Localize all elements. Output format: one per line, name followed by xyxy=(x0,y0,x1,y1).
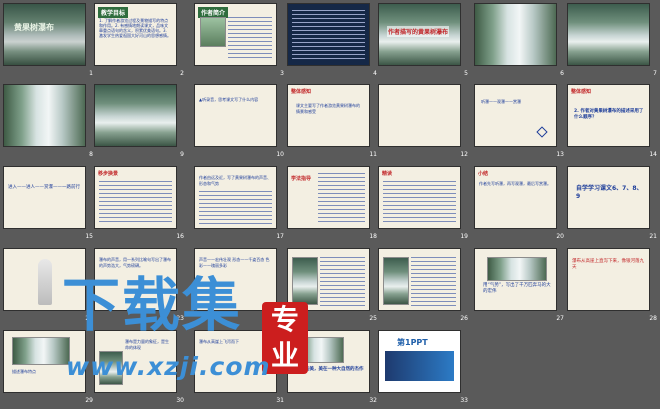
slide-17-text: 作者由远及近，写了黄果树瀑布的声音、形态和气势 xyxy=(199,175,271,186)
slide-number-32: 32 xyxy=(369,397,377,404)
slide-thumbnail-16[interactable]: 移步换景 xyxy=(94,166,177,229)
slide-thumbnail-5[interactable]: 作者描写的黄果树瀑布 xyxy=(378,3,461,66)
slide-2-text: 1. 了解作者游览过程及景物描写的特点和作用。2. 有感情地朗读课文，品味文章重… xyxy=(99,18,171,38)
slide-thumbnail-17[interactable]: 作者由远及近，写了黄果树瀑布的声音、形态和气势 xyxy=(194,166,277,229)
slide-number-31: 31 xyxy=(276,397,284,404)
slide-thumbnail-12[interactable] xyxy=(378,84,461,147)
slide-number-25: 25 xyxy=(369,315,377,322)
slide-28-text: 瀑布从高崖上直泻下来，像银河落九天 xyxy=(572,259,644,270)
slide-thumbnail-27[interactable]: 用“气势”，写出了千万匹奔马的大的宏伟 xyxy=(474,248,557,311)
slide-number-3: 3 xyxy=(280,70,284,77)
slide-11-text: 课文主要写了作者游览黄果树瀑布的情景和感受 xyxy=(296,103,360,114)
slide-thumbnail-2[interactable]: 教学目标 1. 了解作者游览过程及景物描写的特点和作用。2. 有感情地朗读课文，… xyxy=(94,3,177,66)
slide-sorter-view: 黄果树瀑布 1 教学目标 1. 了解作者游览过程及景物描写的特点和作用。2. 有… xyxy=(0,0,660,409)
slide-thumbnail-1[interactable]: 黄果树瀑布 xyxy=(3,3,86,66)
slide-number-4: 4 xyxy=(373,70,377,77)
slide-number-8: 8 xyxy=(89,151,93,158)
slide-20-text: 作者先写听瀑，再写观瀑，最后写赏瀑。 xyxy=(479,181,551,186)
slide-1-title: 黄果树瀑布 xyxy=(14,23,54,32)
slide-thumbnail-14[interactable]: 整体感知 2. 作者对黄果树瀑布的描述采用了什么顺序？ xyxy=(567,84,650,147)
slide-number-1: 1 xyxy=(89,70,93,77)
slide-18-heading: 学法指导 xyxy=(291,176,312,182)
slide-thumbnail-21[interactable]: 自学学习课文6、7、8、9 xyxy=(567,166,650,229)
slide-thumbnail-18[interactable]: 学法指导 xyxy=(287,166,370,229)
slide-number-17: 17 xyxy=(276,233,284,240)
ppt-logo-text: 第1PPT xyxy=(397,338,428,347)
slide-number-28: 28 xyxy=(649,315,657,322)
logo-banner xyxy=(385,351,454,381)
slide-25-body xyxy=(320,257,365,306)
slide-16-body xyxy=(99,181,172,224)
slide-number-11: 11 xyxy=(369,151,377,158)
slide-thumbnail-13[interactable]: 听瀑——观瀑——赏瀑 xyxy=(474,84,557,147)
slide-18-body xyxy=(318,173,365,224)
slide-number-29: 29 xyxy=(85,397,93,404)
slide-thumbnail-15[interactable]: 进入——进人——赏瀑——一路前行 xyxy=(3,166,86,229)
slide-number-12: 12 xyxy=(460,151,468,158)
slide-thumbnail-11[interactable]: 整体感知 课文主要写了作者游览黄果树瀑布的情景和感受 xyxy=(287,84,370,147)
slide-number-19: 19 xyxy=(460,233,468,240)
slide-19-body xyxy=(383,181,456,224)
watermark-url: www.xzji.com xyxy=(66,352,271,381)
waterfall-photo xyxy=(487,257,547,281)
slide-number-15: 15 xyxy=(85,233,93,240)
slide-5-heading: 作者描写的黄果树瀑布 xyxy=(387,26,450,37)
waterfall-photo xyxy=(292,257,318,305)
slide-11-heading: 整体感知 xyxy=(291,89,312,95)
slide-number-26: 26 xyxy=(460,315,468,322)
slide-number-14: 14 xyxy=(649,151,657,158)
slide-thumbnail-9[interactable] xyxy=(94,84,177,147)
slide-number-20: 20 xyxy=(556,233,564,240)
slide-thumbnail-19[interactable]: 精读 xyxy=(378,166,461,229)
slide-thumbnail-6[interactable] xyxy=(474,3,557,66)
slide-thumbnail-10[interactable]: ▲听录音，思考课文写了什么内容 xyxy=(194,84,277,147)
slide-4-body xyxy=(292,10,365,61)
slide-number-30: 30 xyxy=(176,397,184,404)
slide-26-body xyxy=(411,257,456,306)
slide-10-text: ▲听录音，思考课文写了什么内容 xyxy=(199,97,259,102)
slide-thumbnail-8[interactable] xyxy=(3,84,86,147)
slide-thumbnail-4[interactable] xyxy=(287,3,370,66)
slide-thumbnail-26[interactable] xyxy=(378,248,461,311)
slide-2-heading: 教学目标 xyxy=(98,7,129,18)
slide-number-5: 5 xyxy=(464,70,468,77)
slide-number-18: 18 xyxy=(369,233,377,240)
slide-20-heading: 小结 xyxy=(478,171,489,177)
slide-thumbnail-20[interactable]: 小结 作者先写听瀑，再写观瀑，最后写赏瀑。 xyxy=(474,166,557,229)
slide-number-7: 7 xyxy=(653,70,657,77)
slide-17-body xyxy=(199,191,272,224)
slide-3-body xyxy=(228,17,272,61)
slide-21-text: 自学学习课文6、7、8、9 xyxy=(576,185,643,200)
watermark-text: 下载集 xyxy=(62,271,243,339)
slide-thumbnail-28[interactable]: 瀑布从高崖上直泻下来，像银河落九天 xyxy=(567,248,650,311)
slide-16-heading: 移步换景 xyxy=(98,171,119,177)
slide-thumbnail-33[interactable]: 第1PPT xyxy=(378,330,461,393)
waterfall-photo xyxy=(383,257,409,305)
slide-number-2: 2 xyxy=(180,70,184,77)
slide-number-13: 13 xyxy=(556,151,564,158)
statue-image xyxy=(38,259,52,305)
slide-thumbnail-7[interactable] xyxy=(567,3,650,66)
slide-27-text: 用“气势”，写出了千万匹奔马的大的宏伟 xyxy=(483,283,551,294)
slide-19-heading: 精读 xyxy=(382,171,393,177)
slide-15-text: 进入——进人——赏瀑——一路前行 xyxy=(8,185,80,190)
author-photo xyxy=(200,17,226,47)
slide-number-6: 6 xyxy=(560,70,564,77)
heart-icon xyxy=(536,126,548,138)
slide-number-10: 10 xyxy=(276,151,284,158)
slide-number-33: 33 xyxy=(460,397,468,404)
slide-number-9: 9 xyxy=(180,151,184,158)
slide-14-text: 2. 作者对黄果树瀑布的描述采用了什么顺序？ xyxy=(574,109,644,120)
slide-14-heading: 整体感知 xyxy=(571,89,592,95)
slide-number-16: 16 xyxy=(176,233,184,240)
slide-number-27: 27 xyxy=(556,315,564,322)
slide-number-21: 21 xyxy=(649,233,657,240)
slide-13-text: 听瀑——观瀑——赏瀑 xyxy=(481,99,521,104)
slide-thumbnail-3[interactable]: 作者简介 xyxy=(194,3,277,66)
